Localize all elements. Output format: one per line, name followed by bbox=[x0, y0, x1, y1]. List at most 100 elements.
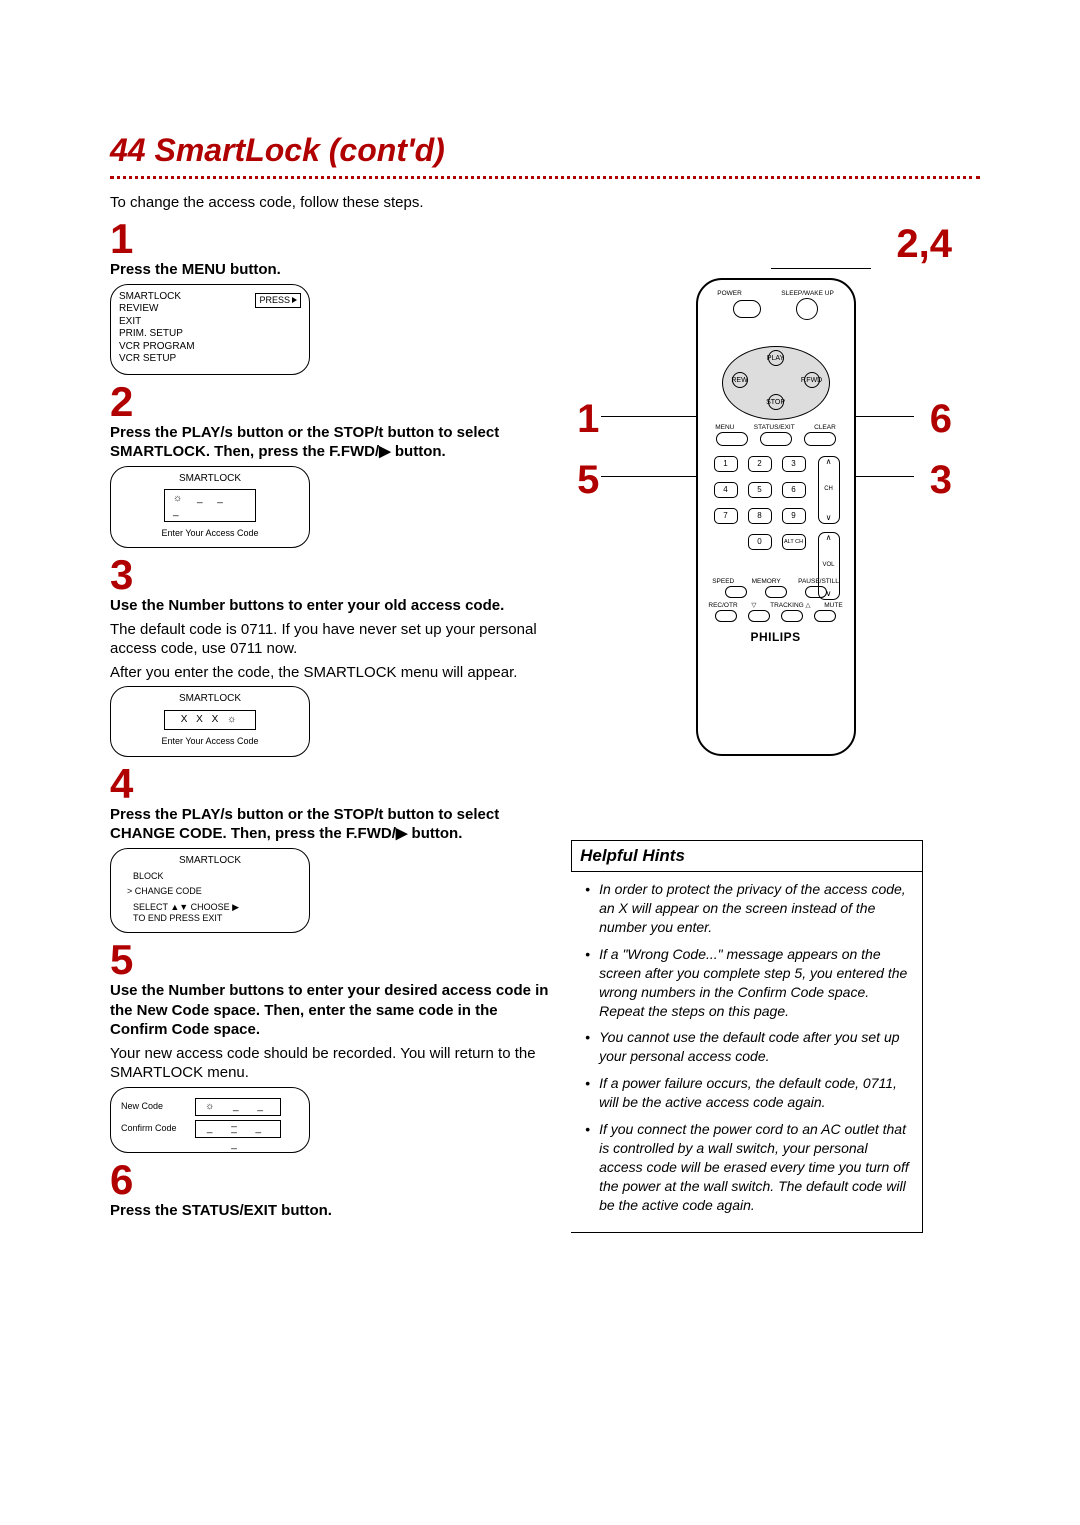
screen-1-item: EXIT bbox=[119, 316, 195, 329]
step-3-p2: After you enter the code, the SMARTLOCK … bbox=[110, 663, 551, 683]
menu-button[interactable] bbox=[716, 432, 748, 446]
play-arrow-icon bbox=[292, 297, 297, 303]
screen-4-changecode: SMARTLOCK BLOCK > CHANGE CODE SELECT ▲▼ … bbox=[110, 848, 310, 934]
tracking-down-button[interactable] bbox=[748, 610, 770, 622]
screen-2-caption: Enter Your Access Code bbox=[119, 528, 301, 539]
tracking-up-button[interactable] bbox=[781, 610, 803, 622]
number-3-button[interactable]: 3 bbox=[782, 456, 806, 472]
channel-rocker[interactable]: ∧ CH ∨ bbox=[818, 456, 840, 524]
leader-line bbox=[601, 476, 696, 477]
hint-item: In order to protect the privacy of the a… bbox=[589, 880, 912, 937]
ch-up-icon: ∧ bbox=[826, 457, 832, 467]
press-label: PRESS bbox=[259, 295, 290, 306]
alt-ch-button[interactable]: ALT CH bbox=[782, 534, 806, 550]
memory-button[interactable] bbox=[765, 586, 787, 598]
play-button[interactable]: PLAY bbox=[768, 350, 784, 366]
screen-1-item: PRIM. SETUP bbox=[119, 328, 195, 341]
number-7-button[interactable]: 7 bbox=[714, 508, 738, 524]
number-2-button[interactable]: 2 bbox=[748, 456, 772, 472]
screen-3-title: SMARTLOCK bbox=[119, 693, 301, 706]
callout-5: 5 bbox=[577, 454, 599, 506]
hint-item: If a power failure occurs, the default c… bbox=[589, 1074, 912, 1112]
screen-2-title: SMARTLOCK bbox=[119, 473, 301, 486]
confirm-code-label: Confirm Code bbox=[121, 1123, 189, 1134]
step-6-number: 6 bbox=[110, 1159, 551, 1201]
step-1-number: 1 bbox=[110, 218, 551, 260]
screen-1-item: VCR SETUP bbox=[119, 353, 195, 366]
sleep-wake-button[interactable] bbox=[796, 298, 818, 320]
step-4-number: 4 bbox=[110, 763, 551, 805]
status-exit-button[interactable] bbox=[760, 432, 792, 446]
screen-5-newcode: New Code ☼ _ _ _ Confirm Code _ _ _ _ bbox=[110, 1087, 310, 1153]
leader-line bbox=[601, 416, 696, 417]
ch-label: CH bbox=[824, 486, 833, 494]
rew-button[interactable]: REW bbox=[732, 372, 748, 388]
number-0-button[interactable]: 0 bbox=[748, 534, 772, 550]
power-button[interactable] bbox=[733, 300, 761, 318]
screen-4-item1: BLOCK bbox=[119, 871, 301, 882]
ch-down-icon: ∨ bbox=[826, 513, 832, 523]
screen-1-item: SMARTLOCK bbox=[119, 291, 195, 304]
screen-4-line2: TO END PRESS EXIT bbox=[119, 913, 301, 924]
pause-still-button[interactable] bbox=[805, 586, 827, 598]
callout-3: 3 bbox=[930, 454, 952, 506]
helpful-hints-title: Helpful Hints bbox=[571, 840, 923, 872]
page-title-text: SmartLock (cont'd) bbox=[154, 132, 444, 168]
screen-1-item: REVIEW bbox=[119, 303, 195, 316]
callout-6: 6 bbox=[930, 393, 952, 445]
vol-up-icon: ∧ bbox=[826, 533, 832, 543]
speed-button[interactable] bbox=[725, 586, 747, 598]
step-3-instruction: Use the Number buttons to enter your old… bbox=[110, 596, 551, 616]
helpful-hints-list: In order to protect the privacy of the a… bbox=[571, 872, 923, 1233]
screen-1-menu: SMARTLOCK REVIEW EXIT PRIM. SETUP VCR PR… bbox=[110, 284, 310, 375]
mute-button[interactable] bbox=[814, 610, 836, 622]
number-8-button[interactable]: 8 bbox=[748, 508, 772, 524]
screen-2-entry: ☼ _ _ _ bbox=[164, 489, 256, 522]
hint-item: You cannot use the default code after yo… bbox=[589, 1028, 912, 1066]
title-rule bbox=[110, 176, 980, 179]
screen-3-caption: Enter Your Access Code bbox=[119, 736, 301, 747]
ffwd-button[interactable]: F.FWD bbox=[804, 372, 820, 388]
screen-4-title: SMARTLOCK bbox=[119, 855, 301, 868]
number-5-button[interactable]: 5 bbox=[748, 482, 772, 498]
page-title: 44 SmartLock (cont'd) bbox=[110, 130, 980, 172]
screen-4-line1: SELECT ▲▼ CHOOSE ▶ bbox=[119, 902, 301, 913]
new-code-field: ☼ _ _ _ bbox=[195, 1098, 281, 1116]
step-5-instruction: Use the Number buttons to enter your des… bbox=[110, 981, 551, 1040]
vol-label: VOL bbox=[823, 562, 835, 570]
step-3-p1: The default code is 0711. If you have ne… bbox=[110, 620, 551, 659]
step-6-instruction: Press the STATUS/EXIT button. bbox=[110, 1201, 551, 1221]
callout-1: 1 bbox=[577, 393, 599, 445]
step-4-instruction: Press the PLAY/s button or the STOP/t bu… bbox=[110, 805, 551, 844]
press-indicator: PRESS bbox=[255, 293, 301, 308]
step-1-instruction: Press the MENU button. bbox=[110, 260, 551, 280]
clear-button[interactable] bbox=[804, 432, 836, 446]
number-1-button[interactable]: 1 bbox=[714, 456, 738, 472]
step-5-p1: Your new access code should be recorded.… bbox=[110, 1044, 551, 1083]
screen-3-smartlock: SMARTLOCK X X X ☼ Enter Your Access Code bbox=[110, 686, 310, 756]
screen-2-smartlock: SMARTLOCK ☼ _ _ _ Enter Your Access Code bbox=[110, 466, 310, 549]
step-2-instruction: Press the PLAY/s button or the STOP/t bu… bbox=[110, 423, 551, 462]
page-number: 44 bbox=[110, 132, 146, 168]
hint-item: If a "Wrong Code..." message appears on … bbox=[589, 945, 912, 1021]
stop-button[interactable]: STOP bbox=[768, 394, 784, 410]
hint-item: If you connect the power cord to an AC o… bbox=[589, 1120, 912, 1214]
intro-text: To change the access code, follow these … bbox=[110, 193, 980, 213]
steps-column: 1 Press the MENU button. SMARTLOCK REVIE… bbox=[110, 218, 571, 1233]
step-3-number: 3 bbox=[110, 554, 551, 596]
screen-4-item2: > CHANGE CODE bbox=[119, 886, 301, 897]
step-2-number: 2 bbox=[110, 381, 551, 423]
screen-1-item: VCR PROGRAM bbox=[119, 341, 195, 354]
rec-otr-button[interactable] bbox=[715, 610, 737, 622]
number-4-button[interactable]: 4 bbox=[714, 482, 738, 498]
new-code-label: New Code bbox=[121, 1101, 189, 1112]
number-6-button[interactable]: 6 bbox=[782, 482, 806, 498]
remote-column: 2,4 1 5 6 3 POWER SLEEP/WAKE UP bbox=[571, 218, 980, 1233]
callout-2-4: 2,4 bbox=[896, 218, 952, 270]
remote-control-icon: POWER SLEEP/WAKE UP PLAY REW F.FWD bbox=[696, 278, 856, 756]
leader-line bbox=[771, 268, 871, 269]
brand-logo: PHILIPS bbox=[698, 630, 854, 646]
screen-3-entry: X X X ☼ bbox=[164, 710, 256, 731]
number-9-button[interactable]: 9 bbox=[782, 508, 806, 524]
step-5-number: 5 bbox=[110, 939, 551, 981]
